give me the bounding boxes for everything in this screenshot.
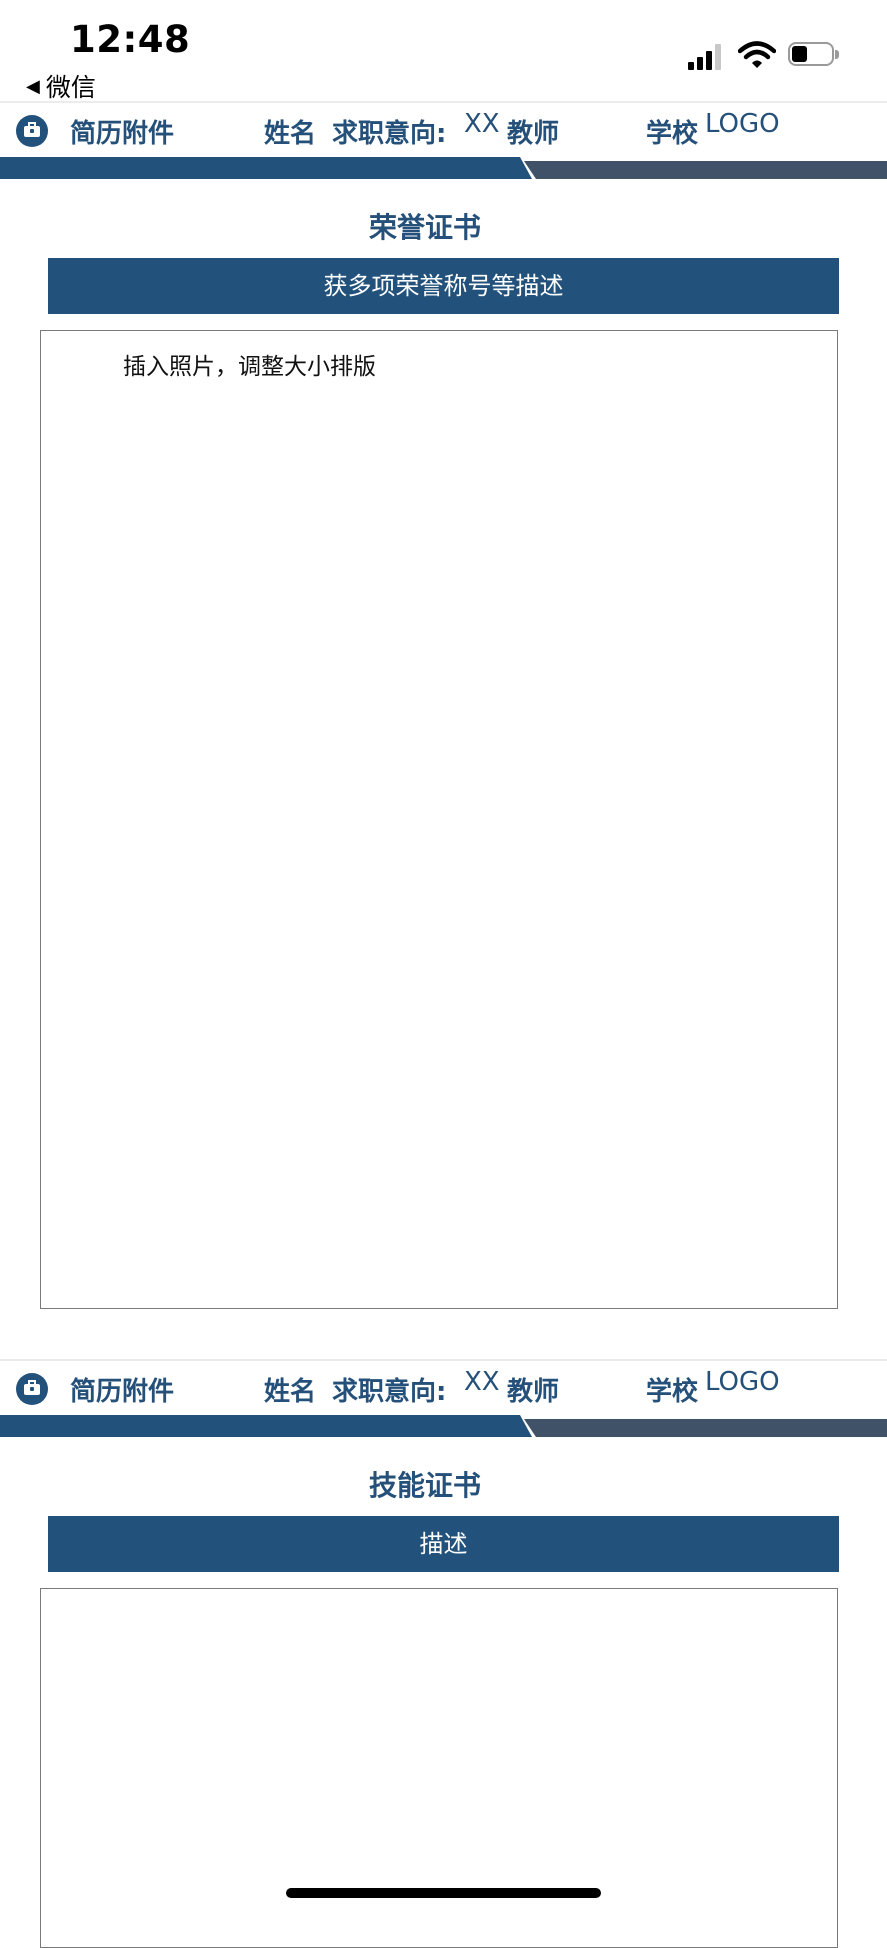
school-label: 学校 bbox=[646, 1377, 699, 1407]
doc-title: 简历附件 bbox=[70, 1377, 175, 1407]
header-gray-bar bbox=[524, 1419, 887, 1437]
description-bar-skills: 描述 bbox=[48, 1516, 839, 1572]
back-label: 微信 bbox=[45, 73, 96, 102]
intent-value-xx: XX bbox=[464, 109, 500, 139]
home-indicator[interactable] bbox=[286, 1888, 601, 1898]
back-arrow-icon: ◀ bbox=[26, 75, 40, 97]
school-logo-text: LOGO bbox=[705, 109, 780, 139]
briefcase-icon bbox=[16, 1373, 48, 1405]
wifi-icon bbox=[737, 40, 777, 70]
battery-icon bbox=[788, 42, 840, 68]
name-label: 姓名 bbox=[264, 1377, 317, 1407]
intent-value-xx: XX bbox=[464, 1367, 500, 1397]
signal-icon bbox=[688, 44, 726, 70]
intent-value-role: 教师 bbox=[507, 1377, 560, 1407]
header-blue-bar bbox=[0, 157, 532, 179]
status-time: 12:48 bbox=[70, 18, 191, 61]
section-title-honors: 荣誉证书 bbox=[368, 211, 481, 244]
photo-frame-honors: 插入照片，调整大小排版 bbox=[40, 330, 838, 1309]
header-gray-bar bbox=[524, 161, 887, 179]
intent-label: 求职意向: bbox=[332, 1377, 447, 1407]
intent-label: 求职意向: bbox=[332, 119, 447, 149]
school-logo-text: LOGO bbox=[705, 1367, 780, 1397]
name-label: 姓名 bbox=[264, 119, 317, 149]
section-title-skills: 技能证书 bbox=[368, 1469, 481, 1502]
school-label: 学校 bbox=[646, 119, 699, 149]
header-blue-bar bbox=[0, 1415, 532, 1437]
briefcase-icon bbox=[16, 115, 48, 147]
photo-placeholder-text: 插入照片，调整大小排版 bbox=[123, 354, 376, 380]
description-bar-honors: 获多项荣誉称号等描述 bbox=[48, 258, 839, 314]
back-to-wechat-link[interactable]: ◀ 微信 bbox=[26, 68, 96, 104]
doc-title: 简历附件 bbox=[70, 119, 175, 149]
intent-value-role: 教师 bbox=[507, 119, 560, 149]
